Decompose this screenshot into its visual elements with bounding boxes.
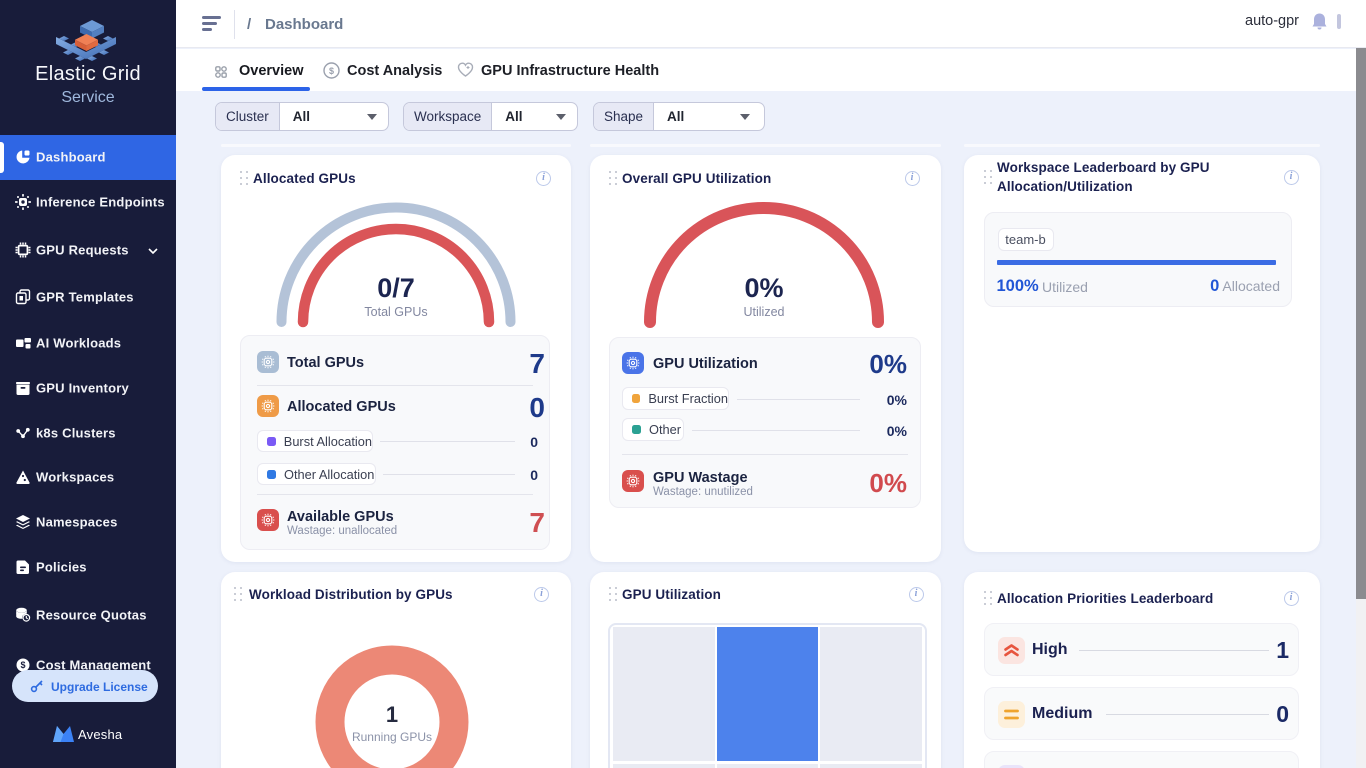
svg-text:$: $ xyxy=(329,66,334,76)
svg-text:$: $ xyxy=(20,660,25,670)
